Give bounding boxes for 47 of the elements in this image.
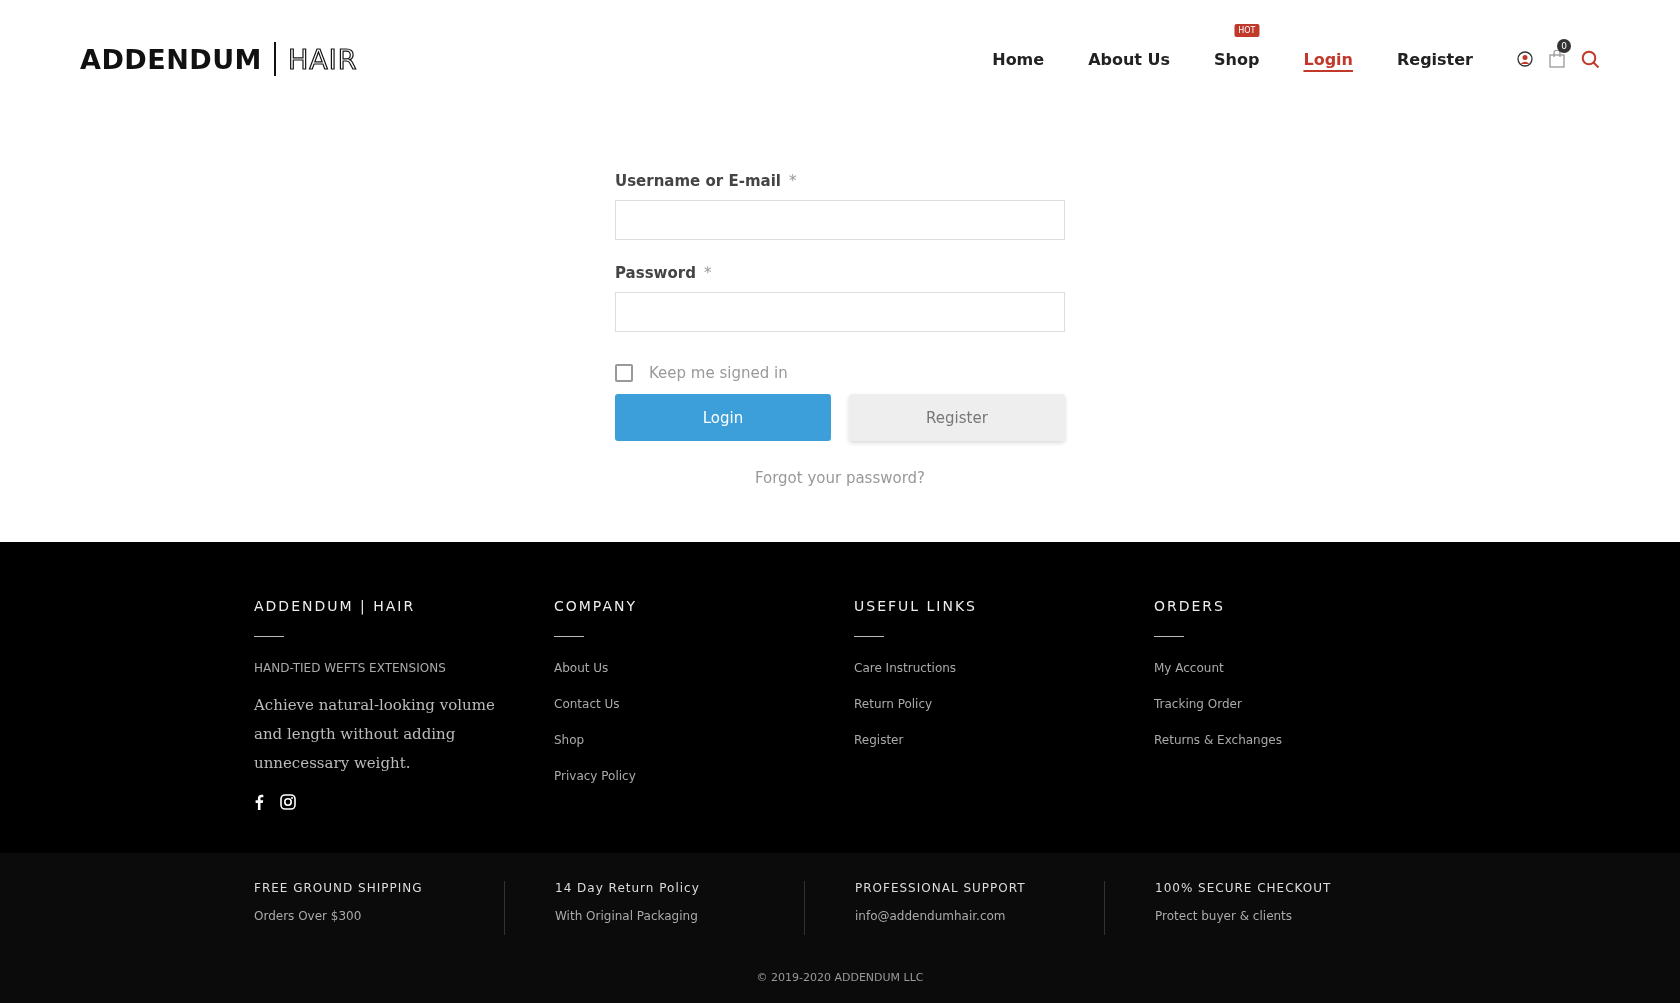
- footer-link[interactable]: Return Policy: [854, 697, 1154, 711]
- instagram-icon[interactable]: [280, 794, 296, 810]
- checkbox[interactable]: [615, 364, 633, 382]
- footer-heading: COMPANY: [554, 598, 639, 614]
- footer-link[interactable]: About Us: [554, 661, 854, 675]
- feature-text: With Original Packaging: [555, 909, 699, 923]
- footer-heading: ORDERS: [1154, 598, 1226, 614]
- cart-count: 0: [1557, 39, 1571, 53]
- logo[interactable]: ADDENDUM HAIR: [80, 42, 358, 76]
- nav-link[interactable]: Register: [1396, 49, 1473, 69]
- feature-title: FREE GROUND SHIPPING: [254, 881, 424, 895]
- register-button[interactable]: Register: [849, 394, 1065, 441]
- search-icon[interactable]: [1581, 49, 1600, 69]
- copyright: © 2019-2020 ADDENDUM LLC: [756, 971, 924, 984]
- feature-title: 100% SECURE CHECKOUT: [1155, 881, 1333, 895]
- feature-title: PROFESSIONAL SUPPORT: [855, 881, 1027, 895]
- nav-link[interactable]: Home: [992, 49, 1045, 69]
- feature-text: Orders Over $300: [254, 909, 363, 923]
- footer-link[interactable]: My Account: [1154, 661, 1454, 675]
- logo-brand: ADDENDUM: [80, 43, 262, 75]
- field-label: Username or E-mail *: [615, 172, 798, 190]
- footer-heading: ADDENDUM | HAIR: [254, 598, 417, 614]
- footer-link[interactable]: Care Instructions: [854, 661, 1154, 675]
- footer-link[interactable]: Register: [854, 733, 1154, 747]
- user-icon[interactable]: [1517, 51, 1533, 67]
- facebook-icon[interactable]: [254, 794, 264, 810]
- footer-link[interactable]: Privacy Policy: [554, 769, 854, 783]
- feature-title: 14 Day Return Policy: [555, 881, 701, 895]
- nav-link[interactable]: Shop: [1214, 49, 1260, 69]
- footer-link[interactable]: Shop: [554, 733, 854, 747]
- tagline: HAND-TIED WEFTS EXTENSIONS: [254, 661, 447, 675]
- logo-product: HAIR: [287, 43, 358, 75]
- hot-badge: HOT: [1234, 23, 1260, 37]
- footer-heading: USEFUL LINKS: [854, 598, 978, 614]
- nav-link[interactable]: About Us: [1088, 49, 1171, 69]
- footer-description: Achieve natural-looking volume and length without adding unnecessary weight.: [254, 695, 496, 774]
- nav-link[interactable]: Login: [1303, 49, 1353, 69]
- footer-link[interactable]: Contact Us: [554, 697, 854, 711]
- feature-text: Protect buyer & clients: [1155, 909, 1294, 923]
- input-field[interactable]: [615, 292, 1065, 332]
- footer-link[interactable]: Returns & Exchanges: [1154, 733, 1454, 747]
- feature-text: info@addendumhair.com: [855, 909, 1007, 923]
- field-label: Password *: [615, 264, 713, 282]
- shopping-bag-icon[interactable]: [1549, 50, 1565, 68]
- checkbox-label: Keep me signed in: [649, 364, 788, 382]
- footer-link[interactable]: Tracking Order: [1154, 697, 1454, 711]
- input-field[interactable]: [615, 200, 1065, 240]
